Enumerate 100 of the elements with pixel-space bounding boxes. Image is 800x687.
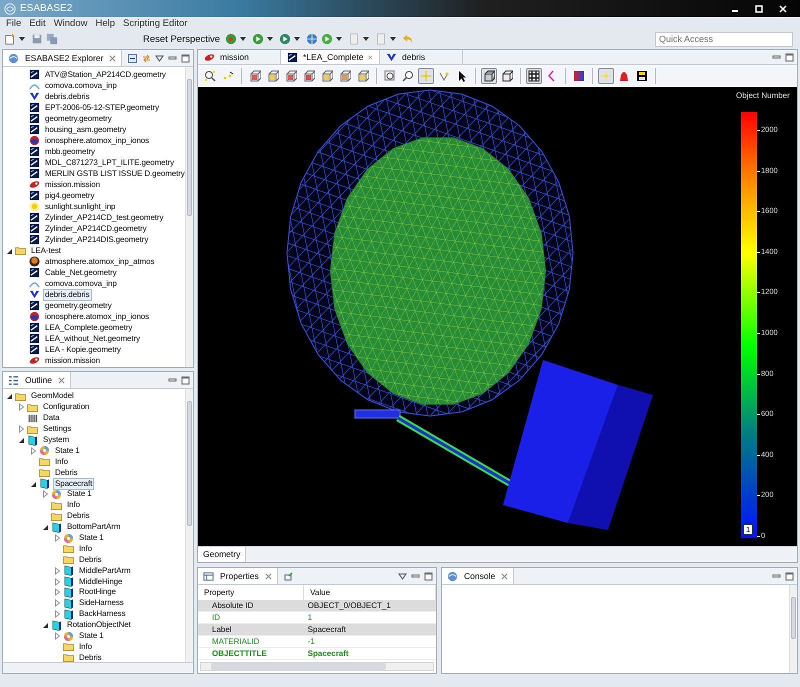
caret-icon[interactable] [390,37,396,41]
menu-item[interactable]: File [6,18,22,28]
tree-item[interactable]: ATV@Station_AP214CD.geometry [43,68,168,80]
minimize-icon[interactable] [772,52,781,62]
expanded-arrow-icon[interactable] [41,621,49,630]
close-icon[interactable] [368,54,373,60]
mesh-button[interactable] [526,68,542,84]
maximize-icon[interactable] [785,52,794,62]
collapsed-arrow-icon[interactable] [17,403,25,412]
expanded-arrow-icon[interactable] [29,480,37,488]
editor-tab[interactable]: *LEA_Complete [281,50,380,64]
properties-tab[interactable]: Properties [198,568,278,584]
tree-item[interactable]: Info [77,542,94,555]
collapsed-arrow-icon[interactable] [53,599,61,608]
tree-item[interactable]: MDL_C871273_LPT_ILITE.geometry [43,156,176,168]
collapsed-arrow-icon[interactable] [53,610,61,618]
tree-item[interactable]: mission.mission [43,354,102,366]
caret-icon[interactable] [19,37,25,41]
maximize-window-icon[interactable] [755,4,763,12]
maximize-icon[interactable] [785,572,794,580]
tree-item[interactable]: LEA_without_Net.geometry [43,332,142,344]
collapsed-arrow-icon[interactable] [53,632,61,640]
save-button[interactable] [634,68,650,84]
tree-item[interactable]: RootHinge [77,586,118,598]
play-circle-icon[interactable] [225,33,238,45]
tree-item[interactable]: LEA_Complete.geometry [43,322,134,334]
collapsed-arrow-icon[interactable] [53,578,61,586]
page-tab[interactable]: Geometry [198,547,246,562]
tree-item[interactable]: BackHarness [77,608,128,620]
zoom-fit-button[interactable] [202,68,218,84]
new-file-icon[interactable] [4,33,16,45]
close-window-icon[interactable] [779,4,787,12]
globe-icon[interactable] [306,33,318,45]
tree-item[interactable]: Data [41,412,62,424]
caret-icon[interactable] [267,37,274,41]
scrollbar[interactable] [789,585,797,673]
quick-access-field[interactable]: Quick Access [655,32,793,46]
tree-item[interactable]: Info [53,456,70,468]
tree-item[interactable]: atmosphere.atomox_inp_atmos [43,256,156,268]
expanded-arrow-icon[interactable] [17,436,25,444]
tree-item[interactable]: SideHarness [77,597,126,610]
menu-item[interactable]: Scripting Editor [123,18,188,28]
shaded-cube-button[interactable] [481,68,497,84]
tree-item[interactable]: housing_asm.geometry [43,124,128,136]
maximize-icon[interactable] [181,54,190,62]
caret-icon[interactable] [240,37,246,41]
tree-item[interactable]: LEA - Kopie.geometry [43,344,123,356]
minimize-icon[interactable] [772,572,781,580]
expanded-arrow-icon[interactable] [41,523,49,532]
tree-item[interactable]: Debris [77,652,104,662]
tree-item[interactable]: comova.comova_inp [43,80,119,92]
tree-item[interactable]: Cable_Net.geometry [43,266,119,278]
explorer-tab[interactable]: ESABASE2 Explorer [3,50,122,66]
gradient-square-button[interactable] [571,68,587,84]
outline-tab[interactable]: Outline [3,372,71,388]
tree-item[interactable]: GeomModel [29,390,76,402]
caret-icon[interactable] [336,37,342,41]
menu-item[interactable]: Help [95,18,116,28]
tree-item[interactable]: Zylinder_AP214DIS.geometry [43,234,150,246]
tree-item[interactable]: pig4.geometry [43,190,96,202]
scrollbar[interactable] [185,67,193,367]
caret-icon[interactable] [363,37,370,41]
tree-item[interactable]: RotationObjectNet [65,619,133,632]
search-button[interactable] [400,68,416,84]
play-circle-icon[interactable] [279,33,292,45]
console-tab[interactable]: Console [442,568,514,584]
maximize-icon[interactable] [181,376,190,384]
tree-item[interactable]: EPT-2006-05-12-STEP.geometry [43,102,162,114]
tree-item[interactable]: Zylinder_AP214CD_test.geometry [43,212,166,224]
tree-item[interactable]: Spacecraft [53,478,94,490]
tree-item[interactable]: sunlight.sunlight_inp [43,200,118,212]
tree-item[interactable]: System [41,434,72,446]
tree-item[interactable]: State 1 [77,532,106,544]
tree-item[interactable]: Debris [65,510,92,522]
caret-icon[interactable] [294,37,300,41]
minimize-icon[interactable] [168,54,177,62]
expanded-arrow-icon[interactable] [5,246,13,254]
minimize-icon[interactable] [411,572,420,580]
tree-item[interactable]: ionosphere.atomox_inp_ionos [43,310,152,322]
tree-item[interactable]: comova.comova_inp [43,278,119,290]
tree-item[interactable]: geometry.geometry [43,112,114,124]
expanded-arrow-icon[interactable] [5,392,13,400]
collapsed-arrow-icon[interactable] [53,588,61,596]
tree-item[interactable]: ionosphere.atomox_inp_ionos [43,134,152,146]
scrollbar[interactable] [200,662,434,671]
close-icon[interactable] [109,54,116,62]
tree-item[interactable]: geometry.geometry [43,300,114,312]
reset-perspective-button[interactable]: Reset Perspective [141,32,222,46]
tree-item[interactable]: Info [77,640,94,653]
close-icon[interactable] [58,376,65,384]
tree-item[interactable]: Configuration [41,401,92,414]
tree-item[interactable]: debris.debris [43,90,92,102]
tree-item[interactable]: State 1 [65,488,94,500]
close-icon[interactable] [264,572,272,580]
tree-item[interactable]: Debris [77,554,104,566]
tree-item[interactable]: Settings [41,423,74,436]
tree-item[interactable]: MiddleHinge [77,576,124,588]
menu-item[interactable]: Window [54,18,88,28]
tree-item[interactable]: Debris [53,466,80,479]
view-menu-icon[interactable] [398,572,407,580]
